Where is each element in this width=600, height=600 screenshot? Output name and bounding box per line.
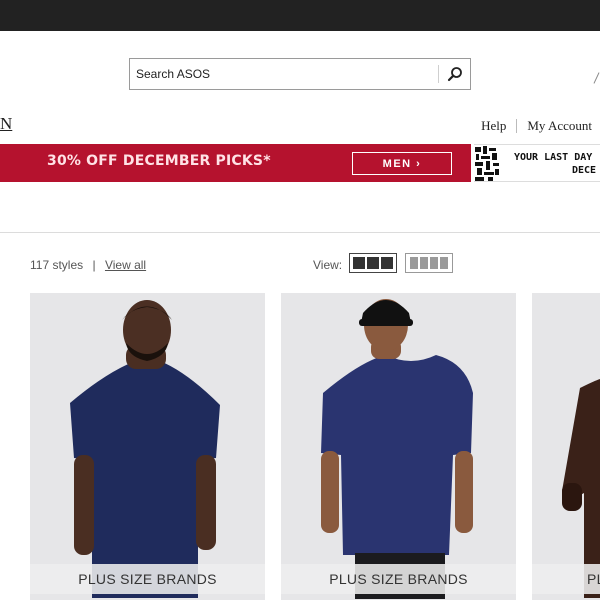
- search-icon: [447, 67, 462, 82]
- grid-three-icon: [367, 257, 379, 269]
- grid-three-icon: [381, 257, 393, 269]
- grid-four-icon: [420, 257, 428, 269]
- pattern-graphic-icon: [474, 145, 500, 181]
- edge-divider: [593, 72, 600, 84]
- view-label: View:: [313, 258, 343, 272]
- product-label: PLUS SIZE BRANDS: [281, 564, 516, 594]
- grid-four-icon: [440, 257, 448, 269]
- product-card-3[interactable]: PLUS SIZE BRANDS: [532, 293, 600, 600]
- product-image: [532, 293, 600, 600]
- section-divider: [0, 232, 600, 233]
- product-card-2[interactable]: PLUS SIZE BRANDS: [281, 293, 516, 600]
- top-bar: [0, 0, 600, 31]
- product-image: [281, 293, 516, 600]
- search-input[interactable]: [130, 59, 438, 89]
- product-card-1[interactable]: PLUS SIZE BRANDS: [30, 293, 265, 600]
- grid-three-button[interactable]: [349, 253, 397, 273]
- view-all-link[interactable]: View all: [105, 258, 146, 272]
- search-button[interactable]: [439, 59, 471, 89]
- promo-banner[interactable]: 30% OFF DECEMBER PICKS* MEN ›: [0, 144, 471, 182]
- product-label: PLUS SIZE BRANDS: [532, 564, 600, 594]
- search-box[interactable]: [129, 58, 471, 90]
- logo-fragment[interactable]: N: [0, 114, 12, 134]
- product-image: [30, 293, 265, 600]
- count-separator: |: [92, 258, 96, 272]
- promo2-line1: YOUR LAST DAY: [514, 152, 593, 163]
- grid-four-button[interactable]: [405, 253, 453, 273]
- grid-three-icon: [353, 257, 365, 269]
- style-count: 117 styles | View all: [30, 258, 146, 272]
- help-link[interactable]: Help: [481, 118, 506, 134]
- my-account-link[interactable]: My Account: [527, 118, 592, 134]
- product-label: PLUS SIZE BRANDS: [30, 564, 265, 594]
- grid-four-icon: [430, 257, 438, 269]
- secondary-promo-banner[interactable]: YOUR LAST DAY DECE: [474, 144, 600, 182]
- header-links: Help My Account: [481, 118, 592, 134]
- style-count-text: 117 styles: [30, 258, 84, 272]
- header-link-separator: [516, 119, 518, 133]
- promo2-line2: DECE: [572, 165, 597, 176]
- promo-text: 30% OFF DECEMBER PICKS*: [47, 153, 271, 169]
- promo-men-button[interactable]: MEN ›: [352, 152, 452, 175]
- grid-four-icon: [410, 257, 418, 269]
